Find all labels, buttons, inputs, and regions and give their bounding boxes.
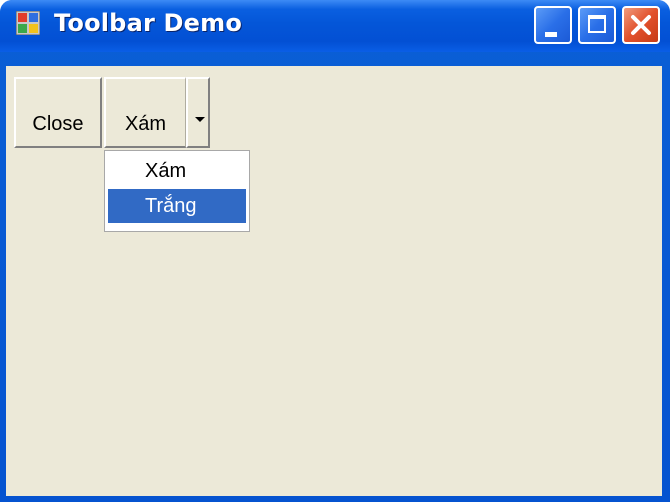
menu-item-trang[interactable]: Trắng bbox=[108, 189, 246, 223]
title-bar[interactable]: Toolbar Demo bbox=[0, 0, 670, 52]
close-button-label: Close bbox=[32, 113, 84, 135]
app-icon[interactable] bbox=[15, 10, 41, 36]
client-area: Close Xám Xám Trắng bbox=[6, 66, 662, 496]
toolbar-close-button[interactable]: Close bbox=[14, 77, 102, 148]
chevron-down-icon bbox=[195, 117, 205, 122]
minimize-icon bbox=[545, 32, 557, 37]
color-button-label: Xám bbox=[124, 113, 167, 135]
color-split-button[interactable]: Xám bbox=[104, 77, 186, 148]
window-title: Toolbar Demo bbox=[54, 9, 243, 37]
app-window: Toolbar Demo Close Xám Xám Trắng bbox=[0, 0, 670, 502]
maximize-button[interactable] bbox=[578, 6, 616, 44]
close-window-button[interactable] bbox=[622, 6, 660, 44]
color-dropdown-menu: Xám Trắng bbox=[104, 150, 250, 232]
close-icon bbox=[631, 15, 651, 35]
menu-item-xam[interactable]: Xám bbox=[108, 154, 246, 188]
minimize-button[interactable] bbox=[534, 6, 572, 44]
maximize-icon bbox=[588, 15, 606, 33]
color-dropdown-button[interactable] bbox=[186, 77, 210, 148]
